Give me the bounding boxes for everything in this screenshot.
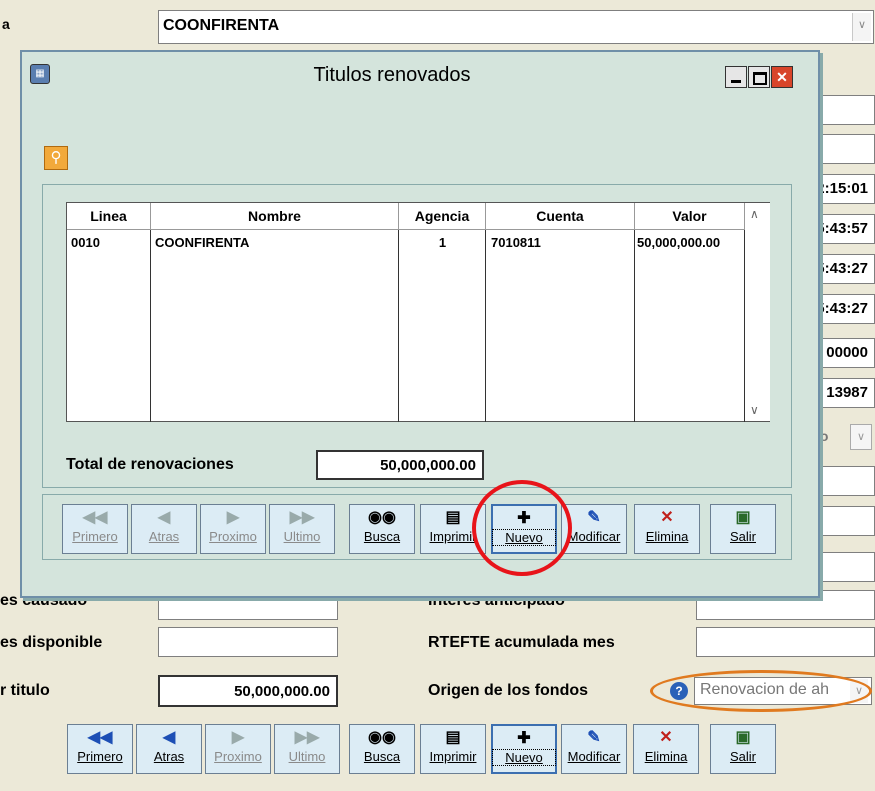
grid-scrollbar[interactable]: ∧ ∨ [746, 203, 770, 421]
total-renovaciones-label: Total de renovaciones [66, 456, 234, 473]
last-icon: ▶▶ [289, 509, 315, 526]
delete-x-icon: ✕ [660, 509, 674, 526]
interes-disponible-label: es disponible [0, 634, 103, 651]
atras-button[interactable]: ◀ Atras [136, 724, 202, 774]
col-divider [485, 230, 486, 422]
proximo-label: Proximo [209, 529, 257, 544]
col-divider [398, 230, 399, 422]
primero-button[interactable]: ◀◀ Primero [67, 724, 133, 774]
total-renovaciones-field: 50,000,000.00 [316, 450, 484, 480]
col-header-cuenta[interactable]: Cuenta [486, 203, 635, 230]
modificar-label: Modificar [567, 749, 621, 764]
form-label-clipped: a [2, 16, 10, 32]
maximize-icon[interactable] [748, 66, 770, 88]
busca-button[interactable]: ◉◉ Busca [349, 724, 415, 774]
modificar-button[interactable]: ✎ Modificar [561, 724, 627, 774]
chevron-down-icon[interactable]: ∨ [750, 403, 759, 417]
dialog-title: Titulos renovados [313, 64, 471, 86]
dialog-busca-button[interactable]: ◉◉ Busca [349, 504, 415, 554]
printer-icon: ▤ [445, 729, 461, 746]
next-icon: ▶ [226, 509, 240, 526]
exit-door-icon: ▣ [735, 729, 751, 746]
next-icon: ▶ [231, 729, 245, 746]
elimina-label: Elimina [645, 529, 689, 544]
imprimir-label: Imprimir [429, 749, 477, 764]
col-header-linea[interactable]: Linea [67, 203, 151, 230]
col-divider [634, 230, 635, 422]
proximo-label: Proximo [214, 749, 262, 764]
primero-label: Primero [77, 749, 123, 764]
nuevo-label: Nuevo [492, 749, 556, 766]
elimina-label: Elimina [644, 749, 688, 764]
first-icon: ◀◀ [87, 729, 113, 746]
busca-label: Busca [363, 749, 401, 764]
interes-disponible-field[interactable] [158, 627, 338, 657]
atras-label: Atras [148, 529, 180, 544]
chevron-down-icon[interactable]: ∨ [850, 424, 872, 450]
col-header-agencia[interactable]: Agencia [399, 203, 486, 230]
delete-x-icon: ✕ [659, 729, 673, 746]
salir-button[interactable]: ▣ Salir [710, 724, 776, 774]
top-combo-value: COONFIRENTA [163, 17, 280, 34]
origen-label: Origen de los fondos [428, 682, 589, 699]
titulos-grid: Linea Nombre Agencia Cuenta Valor 0010 C… [66, 202, 770, 422]
col-header-nombre[interactable]: Nombre [151, 203, 399, 230]
rtefte-label: RTEFTE acumulada mes [428, 634, 615, 651]
dialog-proximo-button[interactable]: ▶ Proximo [200, 504, 266, 554]
highlight-ellipse-orange [650, 670, 872, 712]
prev-icon: ◀ [162, 729, 176, 746]
imprimir-button[interactable]: ▤ Imprimir [420, 724, 486, 774]
primero-label: Primero [72, 529, 118, 544]
table-cell-linea[interactable]: 0010 [71, 235, 100, 250]
highlight-circle-red [472, 480, 572, 576]
last-icon: ▶▶ [294, 729, 320, 746]
elimina-button[interactable]: ✕ Elimina [633, 724, 699, 774]
busca-label: Busca [363, 529, 401, 544]
rtefte-field[interactable] [696, 627, 875, 657]
ultimo-button[interactable]: ▶▶ Ultimo [274, 724, 340, 774]
dialog-atras-button[interactable]: ◀ Atras [131, 504, 197, 554]
col-divider [150, 230, 151, 422]
ultimo-label: Ultimo [283, 529, 321, 544]
dialog-salir-button[interactable]: ▣ Salir [710, 504, 776, 554]
nuevo-button[interactable]: ✚ Nuevo [491, 724, 557, 774]
table-cell-nombre[interactable]: COONFIRENTA [155, 235, 249, 250]
key-icon[interactable]: ⚲ [44, 146, 68, 170]
exit-door-icon: ▣ [735, 509, 751, 526]
col-header-valor[interactable]: Valor [635, 203, 745, 230]
table-cell-agencia[interactable]: 1 [399, 235, 486, 250]
salir-label: Salir [729, 529, 756, 544]
chevron-down-icon[interactable]: ∨ [852, 13, 871, 41]
binoculars-icon: ◉◉ [368, 509, 396, 526]
dialog-titlebar: ▦ Titulos renovados ✕ [22, 52, 818, 100]
atras-label: Atras [153, 749, 185, 764]
main-toolbar: ◀◀ Primero ◀ Atras ▶ Proximo ▶▶ Ultimo ◉◉ Bus… [67, 724, 787, 780]
binoculars-icon: ◉◉ [368, 729, 396, 746]
prev-icon: ◀ [157, 509, 171, 526]
dialog-elimina-button[interactable]: ✕ Elimina [634, 504, 700, 554]
dialog-primero-button[interactable]: ◀◀ Primero [62, 504, 128, 554]
dialog-ultimo-button[interactable]: ▶▶ Ultimo [269, 504, 335, 554]
col-divider [744, 230, 745, 422]
valor-titulo-label: r titulo [0, 682, 50, 699]
table-cell-valor[interactable]: 50,000,000.00 [637, 235, 720, 250]
ultimo-label: Ultimo [288, 749, 326, 764]
edit-icon: ✎ [587, 729, 601, 746]
salir-label: Salir [729, 749, 756, 764]
chevron-up-icon[interactable]: ∧ [750, 207, 759, 221]
minimize-icon[interactable] [725, 66, 747, 88]
close-icon[interactable]: ✕ [771, 66, 793, 88]
table-cell-cuenta[interactable]: 7010811 [491, 235, 541, 250]
valor-titulo-field[interactable]: 50,000,000.00 [158, 675, 338, 707]
proximo-button[interactable]: ▶ Proximo [205, 724, 271, 774]
first-icon: ◀◀ [82, 509, 108, 526]
titulos-renovados-dialog: ▦ Titulos renovados ✕ ⚲ Linea Nombre Age… [20, 50, 820, 598]
top-combo[interactable]: COONFIRENTA ∨ [158, 10, 874, 44]
dialog-toolbar: ◀◀ Primero ◀ Atras ▶ Proximo ▶▶ Ultimo ◉◉ Bus… [62, 504, 782, 556]
plus-icon: ✚ [517, 730, 531, 747]
